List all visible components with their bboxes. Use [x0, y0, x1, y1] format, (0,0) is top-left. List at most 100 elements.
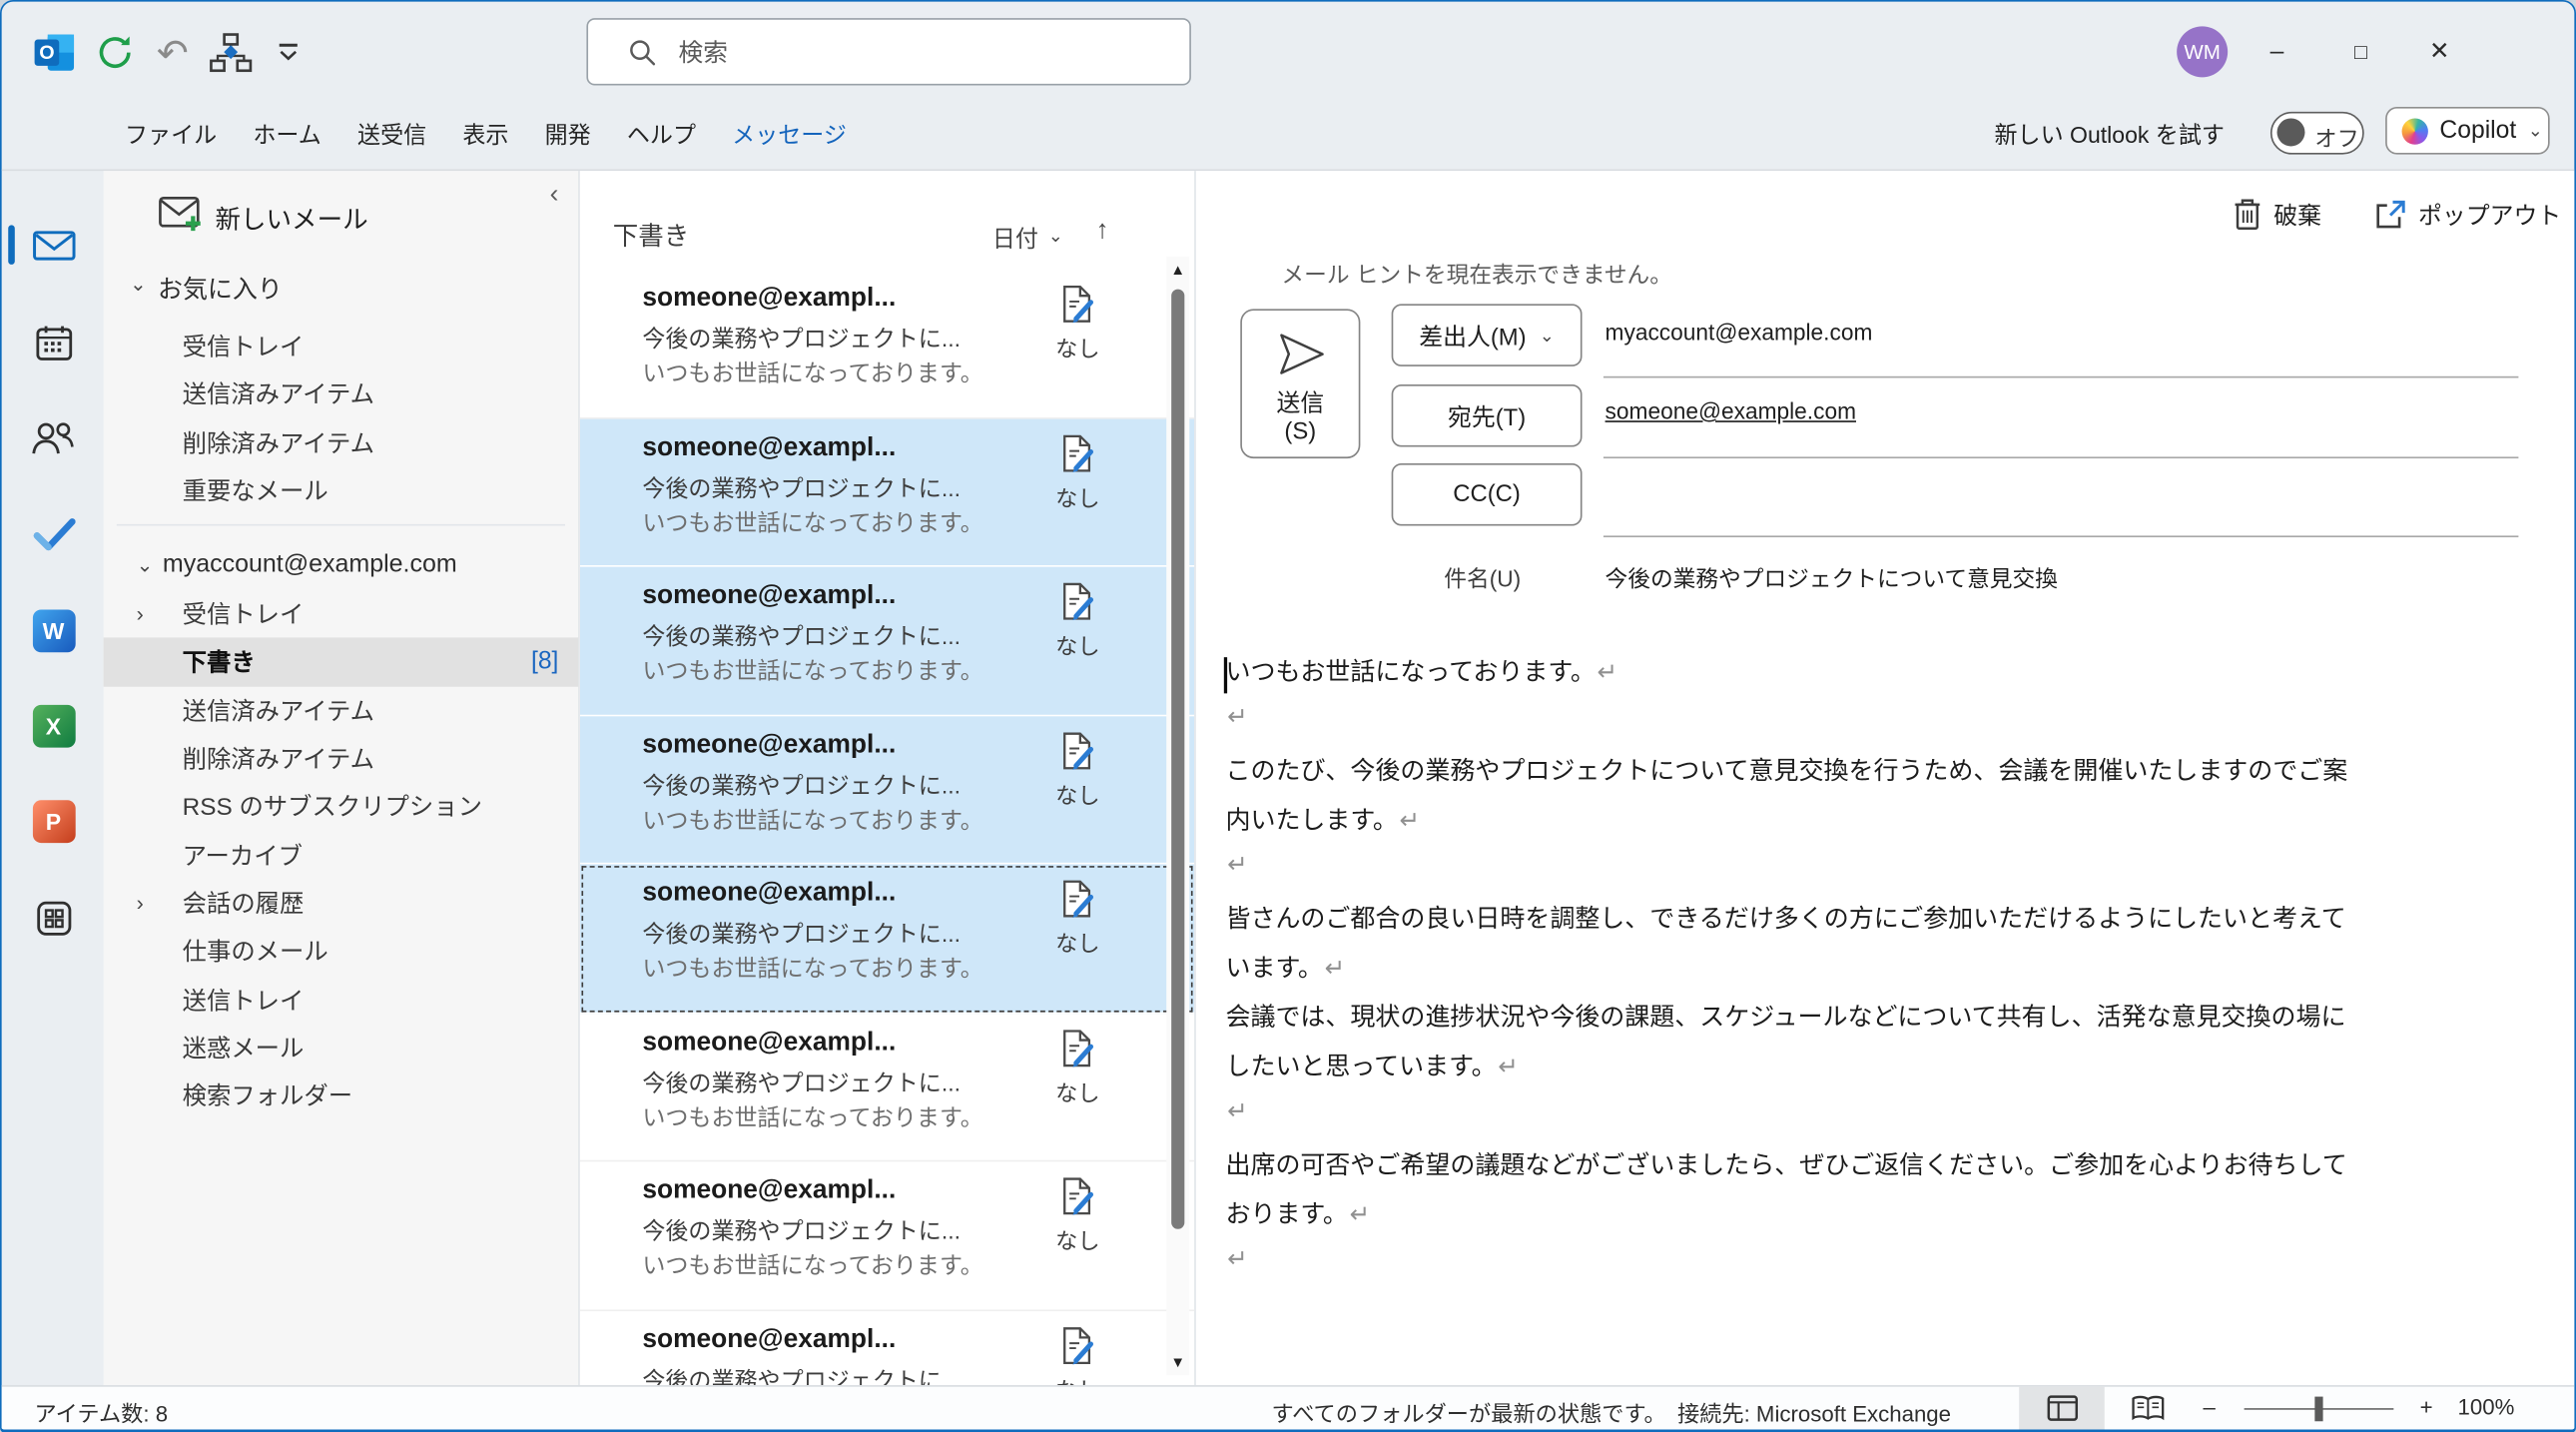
ribbon-tab[interactable]: 開発	[545, 118, 591, 151]
sidebar-item-word[interactable]: W	[31, 608, 75, 652]
send-button[interactable]: 送信 (S)	[1240, 309, 1360, 458]
to-recipient-link[interactable]: someone@example.com	[1606, 399, 1856, 424]
sidebar-item-calendar[interactable]	[31, 321, 75, 364]
folder-item[interactable]: アーカイブ	[104, 831, 579, 879]
scroll-down-icon[interactable]: ▼	[1166, 1354, 1189, 1370]
org-chart-button[interactable]	[207, 30, 253, 76]
to-button[interactable]: 宛先(T)	[1392, 384, 1583, 447]
copilot-label: Copilot	[2439, 117, 2516, 145]
copilot-button[interactable]: Copilot ⌄	[2385, 107, 2550, 155]
zoom-in-button[interactable]: +	[2420, 1395, 2433, 1420]
ribbon-tab[interactable]: 表示	[462, 118, 508, 151]
message-list-item[interactable]: someone@exampl... 今後の業務やプロジェクトに... いつもお世…	[580, 1161, 1194, 1310]
message-subject: 今後の業務やプロジェクトに...	[642, 1363, 961, 1385]
sort-by-button[interactable]: 日付	[992, 222, 1038, 255]
new-outlook-toggle[interactable]: オフ	[2270, 112, 2364, 155]
outlook-logo-icon[interactable]: O	[33, 30, 79, 76]
folder-item[interactable]: 削除済みアイテム	[104, 418, 579, 466]
scrollbar-thumb[interactable]	[1171, 290, 1184, 1229]
folder-item[interactable]: 仕事のメール	[104, 927, 579, 975]
ribbon-tab[interactable]: ヘルプ	[627, 118, 696, 151]
cc-button[interactable]: CC(C)	[1392, 463, 1583, 526]
message-subject: 今後の業務やプロジェクトに...	[642, 1214, 961, 1247]
message-body-editor[interactable]: いつもお世話になっております。↵↵このたび、今後の業務やプロジェクトについて意見…	[1225, 652, 2539, 1293]
ribbon-tab-label: 送受信	[357, 122, 426, 148]
zoom-out-button[interactable]: –	[2203, 1395, 2215, 1420]
message-list-item[interactable]: someone@exampl... 今後の業務やプロジェクトに... いつもお世…	[580, 716, 1194, 865]
folder-item[interactable]: RSS のサブスクリプション	[104, 783, 579, 831]
sidebar-item-people[interactable]	[31, 415, 75, 459]
sidebar-item-more-apps[interactable]	[31, 896, 75, 940]
folder-item[interactable]: 下書き [8]	[104, 638, 579, 686]
return-mark-icon: ↵	[1498, 1054, 1519, 1081]
chevron-down-icon: ⌄	[130, 273, 147, 296]
from-value[interactable]: myaccount@example.com	[1606, 321, 1873, 346]
folder-item[interactable]: 重要なメール	[104, 466, 579, 514]
popout-button[interactable]: ポップアウト	[2374, 193, 2562, 236]
zoom-slider-thumb[interactable]	[2314, 1397, 2322, 1422]
body-line-text: いつもお世話になっております。	[1225, 659, 1595, 687]
folder-label: 削除済みアイテム	[183, 741, 374, 776]
reading-pane: 破棄 ポップアウト メール ヒントを現在表示できません。 送信 (S) 差出人(…	[1196, 171, 2574, 1385]
sidebar-item-todo[interactable]	[31, 511, 75, 555]
sidebar-item-mail[interactable]	[31, 224, 75, 268]
message-list-item[interactable]: someone@exampl... 今後の業務やプロジェクトに... いつもお世…	[580, 1013, 1194, 1161]
customize-toolbar-button[interactable]	[265, 30, 311, 76]
ribbon-tab[interactable]: 送受信	[357, 118, 426, 151]
folder-item[interactable]: 送信トレイ	[104, 975, 579, 1023]
favorites-section-header[interactable]: ⌄ お気に入り	[104, 263, 579, 309]
account-title: myaccount@example.com	[163, 550, 457, 578]
message-list-item[interactable]: someone@exampl... 今後の業務やプロジェクトに... いつもお世…	[580, 1310, 1194, 1385]
folder-item[interactable]: 削除済みアイテム	[104, 734, 579, 782]
folder-item[interactable]: › 会話の履歴	[104, 879, 579, 927]
ribbon-tab[interactable]: メッセージ	[732, 118, 847, 151]
from-button[interactable]: 差出人(M) ⌄	[1392, 304, 1583, 366]
folder-item[interactable]: 送信済みアイテム	[104, 370, 579, 418]
folder-item[interactable]: 検索フォルダー	[104, 1072, 579, 1119]
search-input[interactable]: 検索	[586, 18, 1191, 85]
ribbon-tab[interactable]: ホーム	[253, 118, 321, 151]
body-line: ↵	[1225, 702, 2539, 751]
maximize-button[interactable]: □	[2328, 25, 2394, 78]
maximize-icon: □	[2354, 39, 2367, 64]
new-mail-button[interactable]: 新しいメール	[104, 188, 579, 247]
body-line-text: 皆さんのご都合の良い日時を調整し、できるだけ多くの方にご参加いただけるようにした…	[1225, 906, 2345, 934]
account-section-header[interactable]: ⌄ myaccount@example.com	[104, 544, 579, 590]
ribbon-tab-label: ホーム	[253, 122, 321, 148]
return-mark-icon: ↵	[1227, 1097, 1248, 1125]
folder-item[interactable]: 受信トレイ	[104, 322, 579, 369]
scroll-up-icon[interactable]: ▲	[1166, 262, 1189, 278]
folder-item[interactable]: › 受信トレイ	[104, 590, 579, 638]
message-list-item[interactable]: someone@exampl... 今後の業務やプロジェクトに... いつもお世…	[580, 270, 1194, 418]
folder-item[interactable]: 送信済みアイテム	[104, 686, 579, 734]
undo-button[interactable]: ↶	[150, 30, 196, 76]
subject-value[interactable]: 今後の業務やプロジェクトについて意見交換	[1606, 560, 2058, 593]
from-label: 差出人(M)	[1419, 318, 1526, 353]
message-list-item[interactable]: someone@exampl... 今後の業務やプロジェクトに... いつもお世…	[580, 864, 1194, 1013]
list-scrollbar[interactable]: ▲ ▼	[1166, 257, 1189, 1376]
message-list-item[interactable]: someone@exampl... 今後の業務やプロジェクトに... いつもお世…	[580, 418, 1194, 567]
reading-pane-view-button[interactable]	[2019, 1387, 2105, 1430]
folder-label: 送信済みアイテム	[183, 377, 374, 412]
mailtip-message: メール ヒントを現在表示できません。	[1281, 257, 1672, 290]
chevron-down-icon[interactable]: ⌄	[1048, 225, 1063, 246]
close-button[interactable]: ✕	[2407, 25, 2473, 78]
message-list-item[interactable]: someone@exampl... 今後の業務やプロジェクトに... いつもお世…	[580, 567, 1194, 716]
reading-mode-button[interactable]	[2115, 1387, 2181, 1430]
avatar[interactable]: WM	[2177, 26, 2228, 77]
send-receive-button[interactable]	[92, 30, 138, 76]
people-icon	[31, 420, 75, 455]
sort-direction-button[interactable]: ↑	[1095, 217, 1108, 247]
minimize-button[interactable]: –	[2245, 25, 2310, 78]
zoom-level[interactable]: 100%	[2458, 1395, 2515, 1420]
folder-item[interactable]: 迷惑メール	[104, 1024, 579, 1072]
ribbon-tab-label: ヘルプ	[627, 122, 696, 148]
ribbon-tab[interactable]: ファイル	[125, 118, 217, 151]
sidebar-item-powerpoint[interactable]: P	[31, 799, 75, 843]
sidebar-item-excel[interactable]: X	[31, 703, 75, 747]
trash-icon	[2233, 197, 2262, 230]
new-mail-label: 新しいメール	[216, 201, 368, 237]
discard-button[interactable]: 破棄	[2233, 193, 2321, 236]
message-subject: 今後の業務やプロジェクトに...	[642, 768, 961, 801]
draft-icon	[1059, 879, 1095, 918]
